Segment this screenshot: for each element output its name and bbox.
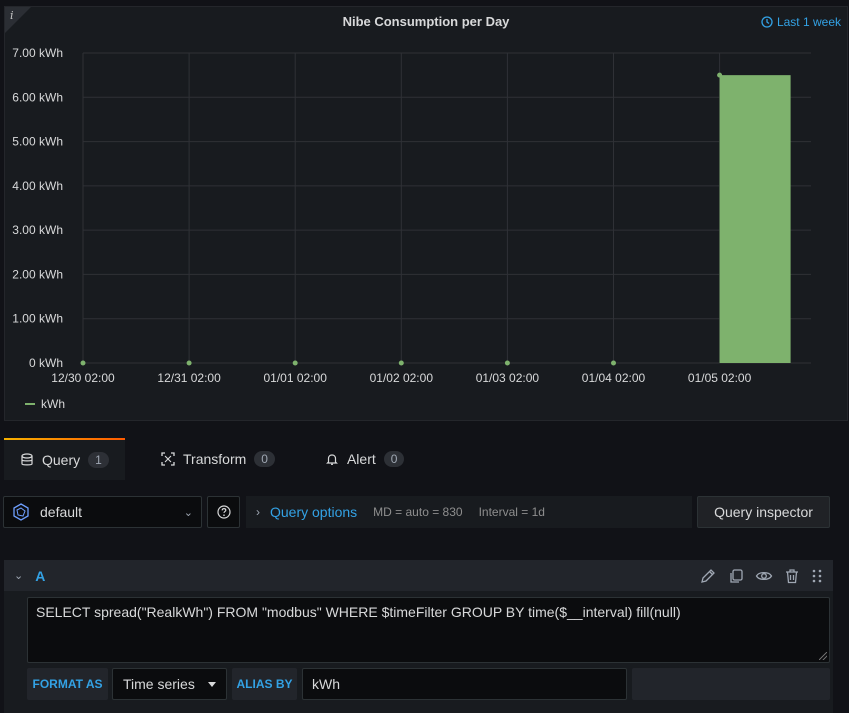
caret-down-icon	[208, 681, 216, 687]
max-data-points-info: MD = auto = 830	[373, 505, 463, 519]
tab-alert-label: Alert	[346, 451, 376, 467]
y-tick-label: 3.00 kWh	[12, 223, 63, 237]
bar-chart: 0 kWh 1.00 kWh 2.00 kWh 3.00 kWh 4.00 kWh 5.0…	[12, 46, 811, 385]
query-inspector-button[interactable]: Query inspector	[697, 496, 830, 528]
x-tick-label: 01/01 02:00	[263, 371, 327, 385]
transform-icon	[161, 452, 175, 466]
query-options-label: Query options	[270, 504, 358, 520]
tab-query-label: Query	[42, 452, 81, 468]
x-tick-label: 01/02 02:00	[370, 371, 434, 385]
tab-query-count: 1	[88, 452, 109, 468]
edit-pencil-icon[interactable]	[699, 567, 717, 585]
tab-transform-count: 0	[254, 451, 275, 467]
question-icon	[216, 505, 231, 519]
format-as-value: Time series	[123, 676, 195, 692]
interval-info: Interval = 1d	[478, 505, 545, 519]
x-tick-label: 12/30 02:00	[51, 371, 115, 385]
alias-by-label: ALIAS BY	[232, 668, 297, 700]
tab-alert-count: 0	[383, 451, 405, 467]
data-point	[186, 360, 192, 366]
database-icon	[21, 453, 33, 466]
data-point	[504, 360, 510, 366]
alias-by-input[interactable]: kWh	[302, 668, 627, 700]
alias-by-value: kWh	[312, 676, 340, 692]
trash-icon[interactable]	[783, 567, 801, 585]
resize-handle[interactable]	[819, 652, 827, 660]
legend-swatch	[25, 403, 35, 405]
datasource-logo-icon	[13, 503, 29, 521]
collapse-chevron-icon[interactable]: ⌄	[14, 569, 23, 582]
data-point	[611, 360, 616, 366]
datasource-name: default	[40, 504, 83, 520]
legend[interactable]: kWh	[25, 397, 65, 411]
data-point	[80, 360, 86, 366]
help-button[interactable]	[207, 496, 240, 528]
bar	[719, 75, 791, 364]
y-tick-label: 0 kWh	[29, 356, 63, 370]
query-textarea[interactable]: SELECT spread("RealkWh") FROM "modbus" W…	[27, 597, 830, 663]
data-point	[717, 72, 723, 78]
datasource-select[interactable]: default ⌄	[3, 496, 202, 528]
duplicate-icon[interactable]	[727, 567, 745, 585]
legend-label: kWh	[41, 397, 65, 411]
eye-icon[interactable]	[755, 567, 773, 585]
chevron-down-icon: ⌄	[183, 506, 193, 519]
drag-handle-icon[interactable]	[811, 567, 823, 585]
format-as-select[interactable]: Time series	[112, 668, 227, 700]
data-point	[292, 360, 298, 366]
y-tick-label: 4.00 kWh	[12, 179, 63, 193]
y-tick-label: 7.00 kWh	[12, 46, 63, 60]
query-options-toggle[interactable]: › Query options MD = auto = 830 Interval…	[246, 496, 692, 528]
query-actions	[699, 567, 823, 585]
query-ref-id[interactable]: A	[35, 568, 45, 584]
editor-tabs: Query 1 Transform 0 Alert 0	[4, 438, 420, 480]
data-point	[398, 360, 404, 366]
query-text-value: SELECT spread("RealkWh") FROM "modbus" W…	[36, 604, 681, 620]
x-tick-label: 01/03 02:00	[476, 371, 540, 385]
query-header: ⌄ A	[4, 560, 833, 591]
alias-filler	[632, 668, 830, 700]
y-tick-label: 1.00 kWh	[12, 312, 63, 326]
y-tick-label: 5.00 kWh	[12, 135, 63, 149]
y-tick-label: 2.00 kWh	[12, 267, 63, 281]
x-tick-label: 12/31 02:00	[157, 371, 221, 385]
tab-transform[interactable]: Transform 0	[125, 438, 291, 480]
graph-panel: i Nibe Consumption per Day Last 1 week 0…	[4, 6, 848, 421]
tab-alert[interactable]: Alert 0	[291, 438, 420, 480]
y-tick-label: 6.00 kWh	[12, 90, 63, 104]
tab-query[interactable]: Query 1	[4, 438, 125, 480]
bell-icon	[326, 454, 338, 465]
format-as-label: FORMAT AS	[27, 668, 108, 700]
tab-transform-label: Transform	[183, 451, 247, 467]
x-tick-label: 01/05 02:00	[688, 371, 752, 385]
x-tick-label: 01/04 02:00	[582, 371, 646, 385]
chevron-right-icon: ›	[256, 505, 260, 519]
